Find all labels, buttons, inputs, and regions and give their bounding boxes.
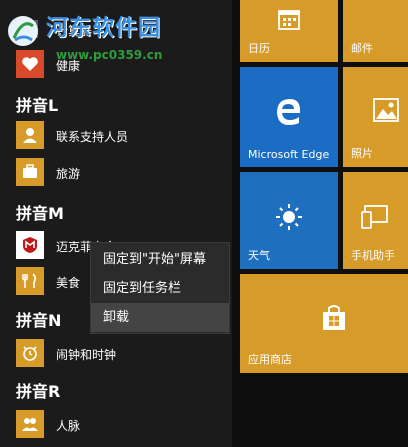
list-item[interactable]: 人脉 — [0, 409, 232, 439]
tile-label: 手机助手 — [351, 249, 395, 262]
context-menu: 固定到"开始"屏幕 固定到任务栏 卸载 — [90, 242, 230, 334]
sun-icon — [240, 202, 338, 232]
pin-to-taskbar-menu-item[interactable]: 固定到任务栏 — [91, 274, 229, 303]
app-label: 美食 — [56, 276, 81, 290]
tile-weather[interactable]: 天气 — [240, 172, 338, 269]
calendar-icon — [240, 6, 338, 32]
watermark-url: www.pc0359.cn — [56, 48, 163, 62]
tile-label: 照片 — [351, 147, 373, 160]
uninstall-menu-item[interactable]: 卸载 — [91, 303, 229, 332]
watermark: 河东软件园 www.pc0359.cn — [4, 0, 234, 70]
pin-to-start-menu-item[interactable]: 固定到"开始"屏幕 — [91, 245, 229, 274]
tile-phone-assistant[interactable]: 手机助手 — [343, 172, 408, 269]
group-header-l[interactable]: 拼音L — [16, 92, 58, 116]
app-label: 联系支持人员 — [56, 130, 129, 144]
watermark-logo-icon — [6, 14, 40, 52]
group-header-r[interactable]: 拼音R — [16, 378, 60, 402]
tile-label: 应用商店 — [248, 353, 292, 366]
tile-label: 日历 — [248, 42, 270, 55]
travel-icon — [16, 158, 44, 186]
group-header-n[interactable]: 拼音N — [16, 307, 61, 331]
app-label: 旅游 — [56, 167, 81, 181]
list-item[interactable]: 闹钟和时钟 — [0, 338, 232, 368]
tile-store[interactable]: 应用商店 — [240, 274, 408, 373]
group-header-m[interactable]: 拼音M — [16, 200, 64, 224]
tile-mail[interactable]: 邮件 — [343, 0, 408, 62]
app-label: 闹钟和时钟 — [56, 348, 117, 362]
tile-label: Microsoft Edge — [248, 148, 330, 161]
tile-edge[interactable]: Microsoft Edge — [240, 67, 338, 167]
edge-icon — [240, 95, 338, 127]
phone-icon — [343, 204, 408, 232]
alarm-clock-icon — [16, 339, 44, 367]
list-item[interactable]: 联系支持人员 — [0, 120, 232, 150]
tile-calendar[interactable]: 日历 — [240, 0, 338, 62]
photo-icon — [343, 97, 408, 123]
mcafee-icon — [16, 231, 44, 259]
list-item[interactable]: 旅游 — [0, 157, 232, 187]
people-icon — [16, 410, 44, 438]
store-bag-icon — [320, 304, 348, 332]
app-label: 人脉 — [56, 419, 81, 433]
tile-label: 天气 — [248, 249, 270, 262]
food-icon — [16, 267, 44, 295]
watermark-title: 河东软件园 — [46, 16, 162, 41]
contact-support-icon — [16, 121, 44, 149]
tile-label: 邮件 — [351, 42, 373, 55]
tile-photos[interactable]: 照片 — [343, 67, 408, 167]
